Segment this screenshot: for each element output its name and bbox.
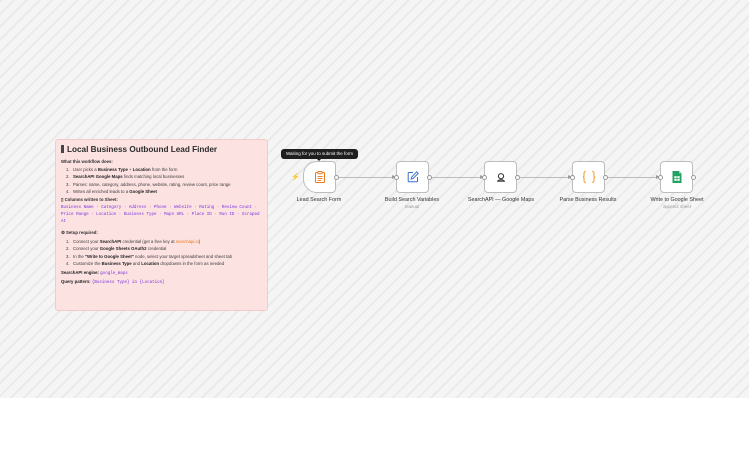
input-port[interactable] [482, 175, 487, 180]
node-subtitle: append: sheet [663, 204, 691, 209]
page-footer-area [0, 398, 749, 450]
workflow-canvas[interactable]: Local Business Outbound Lead Finder What… [0, 0, 749, 398]
node-build-search-variables[interactable] [396, 161, 429, 193]
node-lead-search-form[interactable] [303, 161, 336, 193]
output-port[interactable] [691, 175, 696, 180]
node-label: Write to Google Sheet [650, 197, 704, 203]
node-subtitle: manual [404, 204, 420, 209]
input-port[interactable] [394, 175, 399, 180]
node-label: Lead Search Form [296, 197, 342, 203]
form-icon [314, 171, 325, 183]
node-label: SearchAPI — Google Maps [467, 197, 535, 203]
code-braces-icon [582, 170, 595, 184]
edit-icon [407, 171, 419, 183]
output-port[interactable] [334, 175, 339, 180]
node-searchapi-google-maps[interactable] [484, 161, 517, 193]
output-port[interactable] [515, 175, 520, 180]
trigger-lightning-icon: ⚡ [291, 174, 300, 181]
node-parse-business-results[interactable] [572, 161, 605, 193]
google-sheets-icon [672, 171, 681, 183]
output-port[interactable] [427, 175, 432, 180]
node-label: Parse Business Results [559, 197, 617, 203]
input-port[interactable] [658, 175, 663, 180]
node-write-to-google-sheet[interactable] [660, 161, 693, 193]
node-label: Build Search Variables [384, 197, 440, 203]
searchapi-icon [496, 173, 505, 182]
trigger-tooltip: Waiting for you to submit the form [281, 149, 358, 161]
output-port[interactable] [603, 175, 608, 180]
input-port[interactable] [570, 175, 575, 180]
